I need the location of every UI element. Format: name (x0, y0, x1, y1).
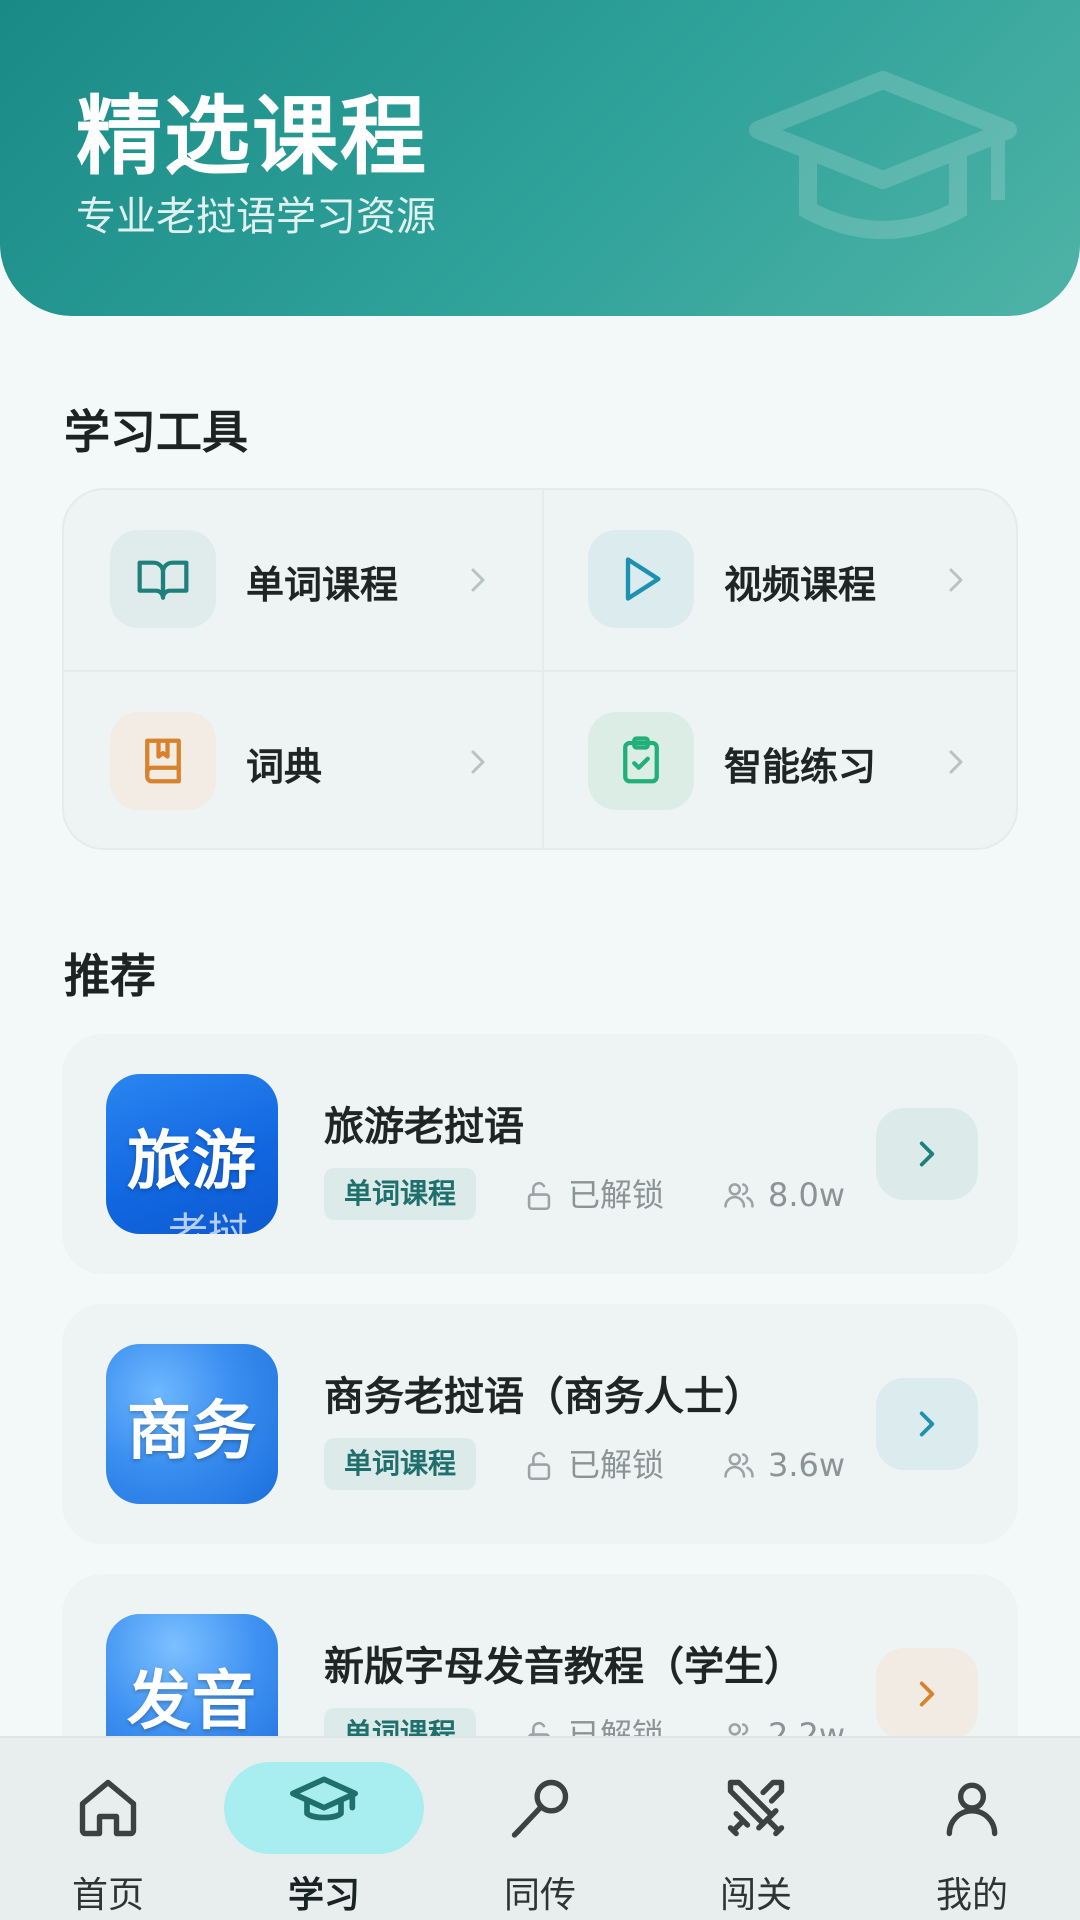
course-thumbnail: 旅游 老挝 (106, 1074, 278, 1234)
chevron-right-icon (949, 750, 963, 774)
nav-profile[interactable]: 我的 (864, 1738, 1080, 1920)
learner-count: 8.0w (768, 1176, 846, 1214)
user-icon (946, 1782, 998, 1837)
course-title: 旅游老挝语 (324, 1104, 524, 1150)
course-tag: 单词课程 (324, 1168, 477, 1220)
thumbnail-text: 商务 (127, 1395, 257, 1469)
crossed-swords-icon (727, 1779, 785, 1837)
graduation-cap-icon (290, 1776, 358, 1821)
tool-label: 词典 (246, 745, 323, 789)
open-course-button[interactable] (876, 1648, 978, 1740)
nav-label: 我的 (935, 1875, 1008, 1916)
tool-smart-practice[interactable]: 智能练习 (542, 672, 1016, 848)
page-subtitle: 专业老挝语学习资源 (76, 194, 436, 240)
page-title: 精选课程 (76, 87, 428, 187)
section-title-tools: 学习工具 (64, 405, 248, 459)
nav-home[interactable]: 首页 (0, 1738, 216, 1920)
course-title: 商务老挝语（商务人士） (324, 1374, 764, 1420)
thumbnail-text: 发音 (127, 1665, 257, 1739)
chevron-right-icon (919, 1141, 935, 1167)
course-card[interactable]: 商务 商务老挝语（商务人士） 单词课程 已解锁 3.6w (62, 1304, 1018, 1544)
course-thumbnail: 商务 (106, 1344, 278, 1504)
section-title-recommend: 推荐 (64, 949, 156, 1003)
chevron-right-icon (919, 1411, 935, 1437)
tool-label: 智能练习 (724, 745, 877, 789)
dictionary-bookmark-icon (110, 712, 216, 810)
nav-label: 学习 (287, 1875, 360, 1916)
learner-count: 3.6w (768, 1446, 846, 1484)
graduation-cap-icon (749, 71, 1017, 239)
tool-word-course[interactable]: 单词课程 (64, 490, 542, 670)
microphone-icon (511, 1779, 569, 1838)
nav-interpret[interactable]: 同传 (432, 1738, 648, 1920)
chevron-right-icon (919, 1681, 935, 1707)
tools-grid: 单词课程 视频课程 词典 智能练习 (62, 488, 1018, 850)
header-banner: 精选课程 专业老挝语学习资源 (0, 0, 1080, 316)
course-card[interactable]: 旅游 老挝 旅游老挝语 单词课程 已解锁 8.0w (62, 1034, 1018, 1274)
course-title: 新版字母发音教程（学生） (324, 1644, 804, 1690)
tool-label: 视频课程 (724, 563, 877, 607)
course-status: 已解锁 (568, 1446, 665, 1484)
unlock-icon (527, 1181, 551, 1211)
home-icon (79, 1779, 137, 1837)
chevron-right-icon (471, 568, 485, 592)
tool-label: 单词课程 (246, 563, 399, 607)
course-tag: 单词课程 (324, 1438, 477, 1490)
course-status: 已解锁 (568, 1176, 665, 1214)
chevron-right-icon (471, 750, 485, 774)
nav-label: 同传 (503, 1875, 576, 1916)
nav-challenge[interactable]: 闯关 (648, 1738, 864, 1920)
tool-dictionary[interactable]: 词典 (64, 672, 542, 848)
users-icon (724, 1183, 754, 1208)
chevron-right-icon (949, 568, 963, 592)
nav-label: 首页 (71, 1875, 144, 1916)
play-icon (588, 530, 694, 628)
tool-video-course[interactable]: 视频课程 (542, 490, 1016, 670)
nav-study[interactable]: 学习 (216, 1738, 432, 1920)
bottom-nav: 首页 学习 同传 闯关 我的 (0, 1736, 1080, 1920)
thumbnail-text: 旅游 (127, 1125, 257, 1199)
open-course-button[interactable] (876, 1108, 978, 1200)
nav-label: 闯关 (719, 1875, 792, 1916)
clipboard-check-icon (588, 712, 694, 810)
users-icon (724, 1453, 754, 1478)
thumbnail-subtext: 老挝 (168, 1210, 248, 1234)
open-course-button[interactable] (876, 1378, 978, 1470)
book-open-icon (110, 530, 216, 628)
unlock-icon (527, 1451, 551, 1481)
